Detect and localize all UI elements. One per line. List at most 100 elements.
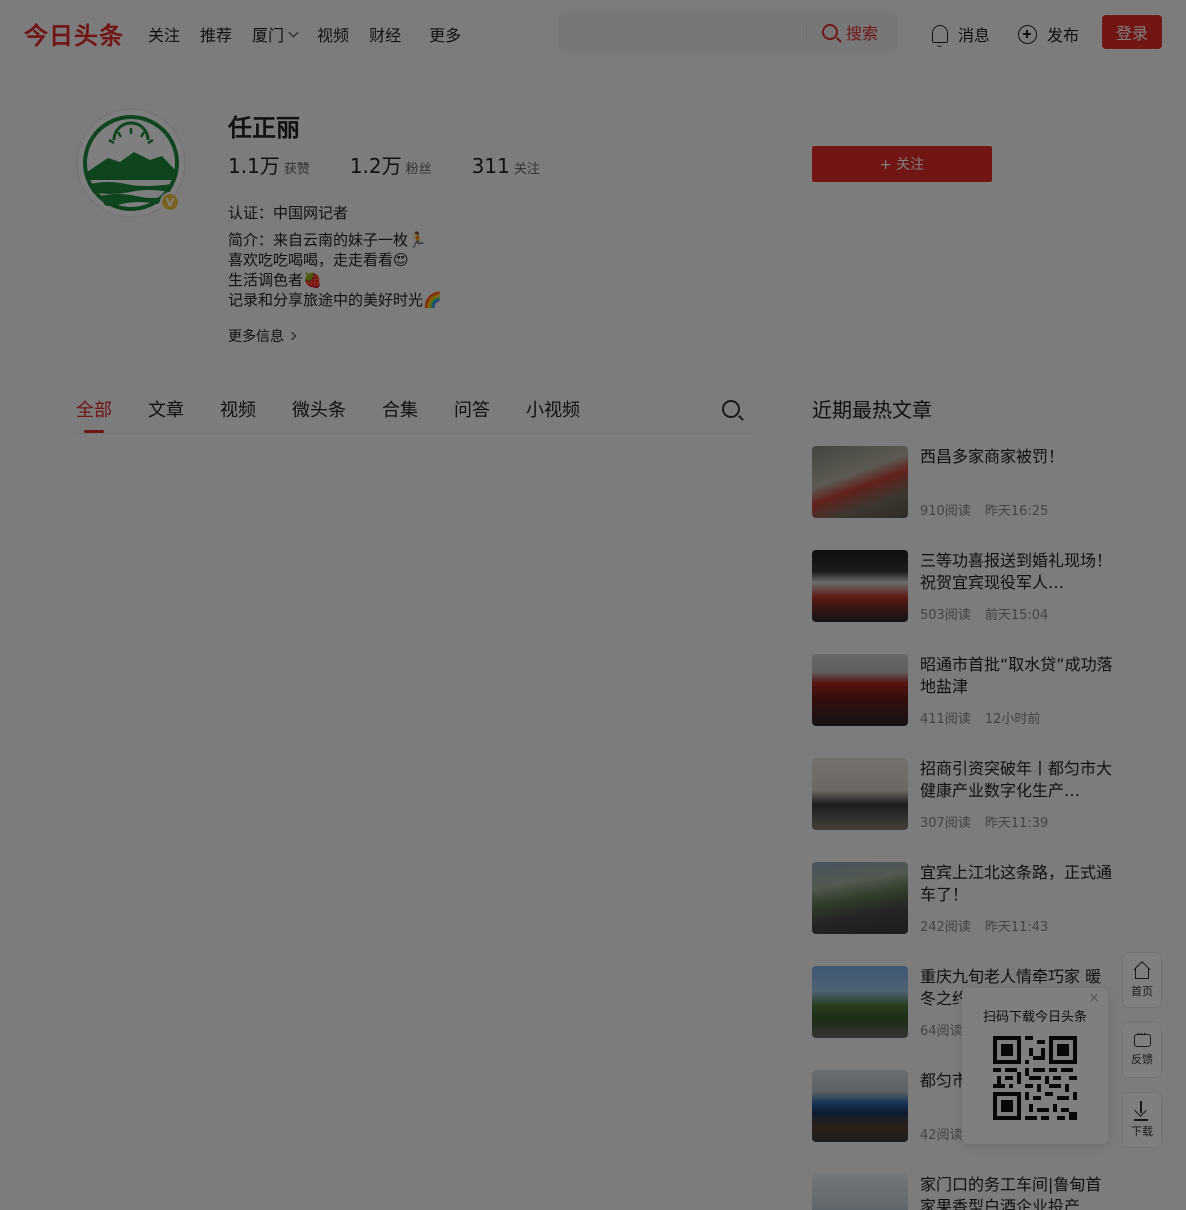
article-time: 前天15:04 (984, 608, 1049, 623)
search-button-label: 搜索 (846, 24, 879, 43)
hot-article[interactable]: 三等功喜报送到婚礼现场！祝贺宜宾现役军人… 503阅读 前天15:04 (812, 550, 1122, 623)
tab-videos[interactable]: 视频 (220, 396, 256, 422)
download-float-label: 下载 (1131, 1125, 1153, 1138)
nav-item-finance[interactable]: 财经 (369, 22, 401, 46)
article-time: 昨天11:43 (984, 920, 1049, 935)
bio-line: 喜欢吃吃喝喝，走走看看😍 (228, 251, 409, 269)
more-info-label: 更多信息 (228, 329, 284, 345)
article-reads: 910阅读 (920, 504, 971, 519)
publish-label: 发布 (1047, 26, 1080, 45)
article-meta: 307阅读 昨天11:39 (920, 812, 1048, 831)
article-thumbnail (812, 654, 908, 726)
bell-icon (932, 25, 948, 47)
chat-bubble-icon (1133, 1029, 1151, 1047)
tab-qa[interactable]: 问答 (454, 396, 490, 422)
article-reads: 64阅读 (920, 1024, 963, 1039)
article-reads: 411阅读 (920, 712, 971, 727)
hot-article[interactable]: 招商引资突破年丨都匀市大健康产业数字化生产… 307阅读 昨天11:39 (812, 758, 1122, 831)
hot-articles-title: 近期最热文章 (812, 398, 932, 422)
content-tabs: 全部 文章 视频 微头条 合集 问答 小视频 (76, 396, 754, 434)
top-header: 今日头条 关注 推荐 厦门 视频 财经 更多 搜索 消息 发布 登录 (0, 0, 1186, 64)
hot-article[interactable]: 西昌多家商家被罚！ 910阅读 昨天16:25 (812, 446, 1122, 519)
article-thumbnail (812, 862, 908, 934)
home-icon (1135, 967, 1149, 979)
tab-short-videos[interactable]: 小视频 (526, 396, 580, 422)
stat-likes-number: 1.1万 (228, 154, 280, 178)
stat-fans-label: 粉丝 (405, 162, 432, 177)
tab-active-underline (84, 430, 104, 433)
hot-article[interactable]: 宜宾上江北这条路，正式通车了！ 242阅读 昨天11:43 (812, 862, 1122, 935)
site-logo[interactable]: 今日头条 (24, 16, 124, 51)
chevron-right-icon (287, 331, 297, 341)
tab-articles[interactable]: 文章 (148, 396, 184, 422)
tab-micro-posts[interactable]: 微头条 (292, 396, 346, 422)
messages-label: 消息 (958, 26, 991, 45)
more-info-link[interactable]: 更多信息 (228, 326, 297, 346)
qr-download-popup: × 扫码下载今日头条 (962, 988, 1108, 1144)
article-meta: 242阅读 昨天11:43 (920, 916, 1048, 935)
nav-item-city[interactable]: 厦门 (252, 22, 299, 46)
bio-line: 生活调色者🍓 (228, 271, 322, 289)
publish-button[interactable]: 发布 (1018, 22, 1079, 46)
close-icon[interactable]: × (1088, 990, 1100, 1006)
article-thumbnail (812, 550, 908, 622)
article-thumbnail (812, 1174, 908, 1210)
verified-badge-icon: V (160, 192, 180, 212)
article-reads: 242阅读 (920, 920, 971, 935)
article-thumbnail (812, 1070, 908, 1142)
download-icon (1133, 1101, 1151, 1121)
article-meta: 910阅读 昨天16:25 (920, 500, 1048, 519)
article-title: 昭通市首批“取水贷”成功落地盐津 (920, 655, 1113, 696)
nav-item-city-label: 厦门 (252, 26, 285, 45)
follow-button[interactable]: + 关注 (812, 146, 992, 182)
profile-stats: 1.1万 获赞 1.2万 粉丝 311 关注 (228, 150, 580, 179)
article-meta: 411阅读 12小时前 (920, 708, 1040, 727)
bio-line: 记录和分享旅途中的美好时光🌈 (228, 291, 442, 309)
nav-item-video[interactable]: 视频 (317, 22, 349, 46)
article-reads: 307阅读 (920, 816, 971, 831)
nav-item-follow[interactable]: 关注 (148, 22, 180, 46)
search-box: 搜索 (558, 12, 898, 52)
article-title: 宜宾上江北这条路，正式通车了！ (920, 863, 1113, 904)
tab-collections[interactable]: 合集 (382, 396, 418, 422)
stat-fans[interactable]: 1.2万 粉丝 (350, 150, 432, 179)
article-reads: 42阅读 (920, 1128, 963, 1143)
article-thumbnail (812, 758, 908, 830)
hot-article[interactable]: 家门口的务工车间|鲁甸首家果香型白酒企业投产 (812, 1174, 1122, 1210)
article-thumbnail (812, 446, 908, 518)
stat-likes-label: 获赞 (283, 162, 310, 177)
nav-item-recommend[interactable]: 推荐 (200, 22, 232, 46)
search-icon[interactable] (722, 400, 740, 418)
login-button[interactable]: 登录 (1102, 15, 1162, 49)
download-float-button[interactable]: 下载 (1122, 1092, 1162, 1148)
stat-following-label: 关注 (513, 162, 540, 177)
hot-article[interactable]: 昭通市首批“取水贷”成功落地盐津 411阅读 12小时前 (812, 654, 1122, 727)
main-nav: 关注 推荐 厦门 视频 财经 更多 (148, 22, 481, 46)
article-title: 招商引资突破年丨都匀市大健康产业数字化生产… (920, 759, 1113, 800)
bio-line: 简介：来自云南的妹子一枚🏃 (228, 231, 427, 249)
profile-name: 任正丽 (228, 114, 300, 142)
qr-code-icon (993, 1036, 1077, 1120)
article-thumbnail (812, 966, 908, 1038)
article-title: 家门口的务工车间|鲁甸首家果香型白酒企业投产 (920, 1175, 1102, 1210)
page: 今日头条 关注 推荐 厦门 视频 财经 更多 搜索 消息 发布 登录 V 任正丽… (0, 0, 1186, 1210)
search-button[interactable]: 搜索 (822, 20, 878, 44)
feedback-float-button[interactable]: 反馈 (1122, 1022, 1162, 1078)
article-time: 12小时前 (984, 712, 1041, 727)
home-float-button[interactable]: 首页 (1122, 952, 1162, 1008)
stat-fans-number: 1.2万 (349, 154, 402, 178)
article-title: 三等功喜报送到婚礼现场！祝贺宜宾现役军人… (920, 551, 1113, 592)
stat-following-number: 311 (471, 154, 510, 178)
nav-item-more[interactable]: 更多 (429, 22, 461, 46)
article-title: 西昌多家商家被罚！ (920, 447, 1065, 466)
messages-button[interactable]: 消息 (932, 22, 991, 47)
tab-all[interactable]: 全部 (76, 396, 112, 422)
chevron-down-icon (288, 27, 299, 37)
article-meta: 503阅读 前天15:04 (920, 604, 1048, 623)
home-float-label: 首页 (1131, 984, 1153, 998)
feedback-float-label: 反馈 (1131, 1052, 1153, 1066)
stat-following[interactable]: 311 关注 (472, 154, 540, 178)
bio: 简介：来自云南的妹子一枚🏃 喜欢吃吃喝喝，走走看看😍 生活调色者🍓 记录和分享旅… (228, 230, 442, 310)
search-divider (806, 24, 807, 40)
search-input[interactable] (570, 20, 800, 44)
